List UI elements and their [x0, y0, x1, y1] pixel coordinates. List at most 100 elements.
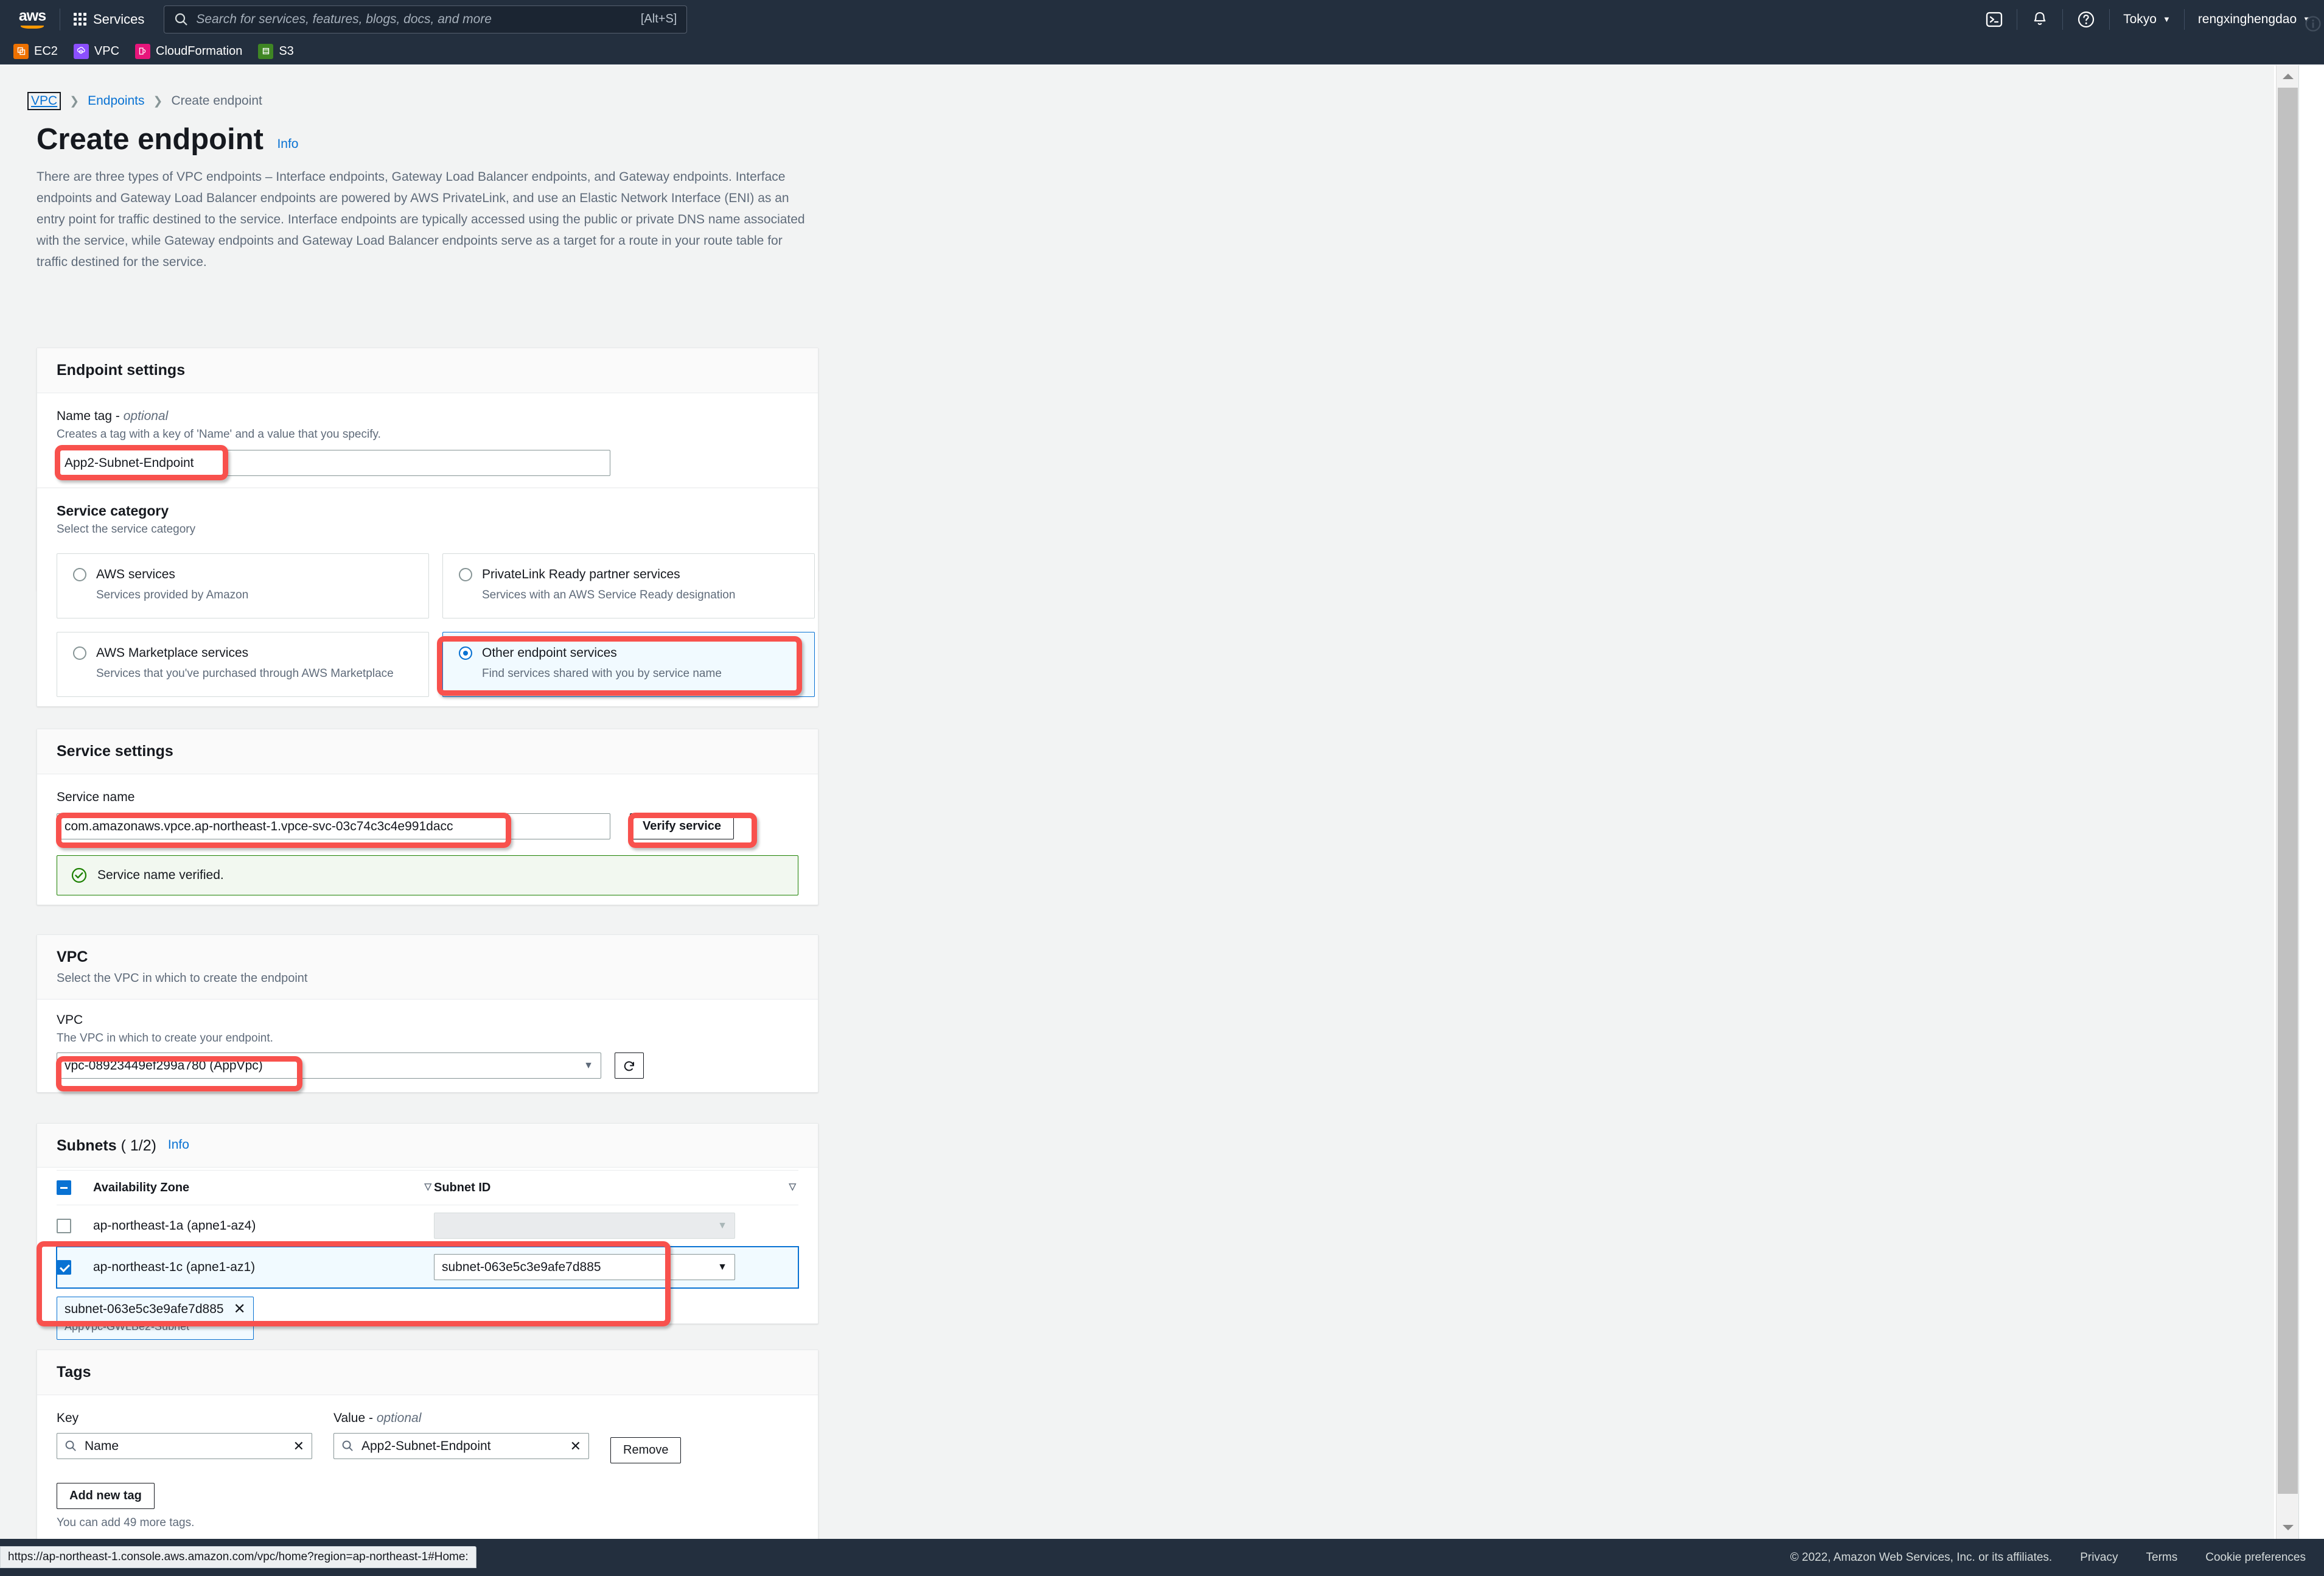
account-menu[interactable]: rengxinghengdao ▼ [2185, 0, 2324, 38]
tag-value-label-text: Value - [333, 1411, 377, 1425]
favorite-ec2[interactable]: EC2 [13, 43, 58, 59]
column-subnet-id: Subnet ID ▽ [434, 1170, 798, 1205]
aws-console-page: aws Services [Alt+S] [0, 0, 2324, 1576]
vertical-scrollbar[interactable] [2276, 65, 2298, 1539]
page-header: Create endpoint Info There are three typ… [37, 122, 828, 273]
vpc-section-title: VPC [57, 948, 88, 965]
main-content-area: VPC ❯ Endpoints ❯ Create endpoint Create… [0, 65, 2274, 1539]
tag-value-input[interactable]: App2-Subnet-Endpoint ✕ [333, 1433, 589, 1459]
page-title: Create endpoint [37, 123, 263, 156]
tile-title: AWS Marketplace services [96, 646, 249, 660]
favorite-label: VPC [94, 44, 120, 58]
cloudshell-icon[interactable] [1972, 0, 2017, 38]
page-description: There are three types of VPC endpoints –… [37, 170, 805, 269]
grid-icon [74, 13, 86, 26]
radio-icon[interactable] [73, 646, 86, 660]
column-label: Availability Zone [93, 1180, 190, 1194]
sort-icon[interactable]: ▽ [789, 1181, 796, 1192]
search-icon [65, 1440, 76, 1451]
service-name-input[interactable] [57, 813, 610, 839]
terms-link[interactable]: Terms [2146, 1551, 2178, 1564]
selected-chip-cell: subnet-063e5c3e9afe7d885 ✕ AppVpc-GWLBe2… [57, 1288, 798, 1348]
breadcrumb-item-endpoints[interactable]: Endpoints [88, 94, 144, 108]
row-checkbox-cell [57, 1246, 93, 1288]
select-all-checkbox[interactable] [57, 1180, 71, 1195]
verify-service-button[interactable]: Verify service [630, 813, 734, 839]
radio-tile-privatelink-partner[interactable]: PrivateLink Ready partner services Servi… [442, 553, 815, 618]
clear-icon[interactable]: ✕ [293, 1438, 304, 1454]
radio-icon-selected[interactable] [459, 646, 472, 660]
row-subnet-select-cell: subnet-063e5c3e9afe7d885 ▼ [434, 1246, 798, 1288]
aws-smile-icon [21, 23, 44, 29]
tag-key-input[interactable]: Name ✕ [57, 1433, 312, 1459]
privacy-link[interactable]: Privacy [2080, 1551, 2118, 1564]
remove-tag-button[interactable]: Remove [610, 1437, 682, 1463]
alert-text: Service name verified. [97, 868, 224, 882]
row-checkbox-checked[interactable] [57, 1259, 71, 1275]
service-category-description: Select the service category [57, 523, 196, 536]
tags-body: Key Name ✕ Value - optional App2-Subnet-… [37, 1395, 818, 1539]
right-side-panel [2298, 65, 2324, 1539]
sort-icon[interactable]: ▽ [424, 1181, 431, 1192]
radio-icon[interactable] [459, 568, 472, 581]
refresh-icon [624, 1060, 634, 1071]
row-az: ap-northeast-1a (apne1-az4) [93, 1205, 434, 1247]
services-menu-button[interactable]: Services [69, 8, 149, 31]
radio-tile-other-endpoint-services[interactable]: Other endpoint services Find services sh… [442, 632, 815, 697]
close-icon[interactable]: ✕ [234, 1302, 246, 1317]
subnets-info-link[interactable]: Info [168, 1138, 189, 1152]
radio-icon[interactable] [73, 568, 86, 581]
tags-header: Tags [37, 1350, 818, 1395]
subnet-select[interactable]: subnet-063e5c3e9afe7d885 ▼ [434, 1254, 735, 1280]
favorites-bar: EC2 VPC CloudFormation S3 [0, 38, 2324, 65]
service-category-options: AWS services Services provided by Amazon… [57, 553, 815, 697]
radio-tile-aws-services[interactable]: AWS services Services provided by Amazon [57, 553, 429, 618]
subnets-header: Subnets ( 1/2) Info [37, 1124, 818, 1168]
column-availability-zone: Availability Zone ▽ [93, 1170, 434, 1205]
add-new-tag-button[interactable]: Add new tag [57, 1483, 155, 1509]
scroll-up-arrow[interactable] [2277, 65, 2299, 88]
global-search-box[interactable]: [Alt+S] [164, 5, 688, 33]
name-tag-input[interactable] [57, 450, 610, 476]
vpc-select[interactable]: vpc-08923449ef299a780 (AppVpc) ▼ [57, 1052, 601, 1079]
help-panel-info-icon[interactable] [2305, 15, 2322, 35]
vpc-icon [73, 43, 89, 59]
favorite-vpc[interactable]: VPC [73, 43, 120, 59]
scroll-down-arrow[interactable] [2277, 1516, 2299, 1539]
aws-logo[interactable]: aws [13, 7, 51, 32]
tag-key-label: Key [57, 1411, 79, 1425]
help-icon[interactable] [2063, 0, 2109, 38]
tag-limit-text: You can add 49 more tags. [57, 1516, 195, 1529]
row-checkbox[interactable] [57, 1218, 71, 1233]
breadcrumb-item-vpc[interactable]: VPC [27, 92, 61, 110]
chevron-down-icon: ▼ [717, 1220, 727, 1231]
endpoint-settings-header: Endpoint settings [37, 348, 818, 393]
bell-icon[interactable] [2017, 0, 2062, 38]
search-input[interactable] [196, 12, 641, 27]
region-selector[interactable]: Tokyo ▼ [2110, 0, 2184, 38]
favorite-s3[interactable]: S3 [258, 43, 294, 59]
selected-subnet-chip: subnet-063e5c3e9afe7d885 ✕ AppVpc-GWLBe2… [57, 1297, 254, 1340]
scrollbar-thumb[interactable] [2278, 88, 2298, 1494]
vpc-refresh-button[interactable] [615, 1052, 644, 1079]
chip-subnet-name: AppVpc-GWLBe2-Subnet [65, 1320, 190, 1333]
table-row[interactable]: ap-northeast-1c (apne1-az1) subnet-063e5… [56, 1245, 799, 1289]
chip-subnet-id: subnet-063e5c3e9afe7d885 [65, 1302, 224, 1316]
tags-card: Tags Key Name ✕ Value - optional App2-Su… [37, 1350, 818, 1539]
clear-icon[interactable]: ✕ [570, 1438, 581, 1454]
aws-wordmark: aws [18, 7, 46, 24]
page-info-link[interactable]: Info [277, 137, 298, 151]
cookie-preferences-link[interactable]: Cookie preferences [2205, 1551, 2306, 1564]
tag-key-group: Key Name ✕ [57, 1411, 312, 1463]
favorite-label: CloudFormation [156, 44, 243, 58]
favorite-cloudformation[interactable]: CloudFormation [135, 43, 243, 59]
tag-key-value: Name [85, 1438, 119, 1453]
table-row[interactable]: ap-northeast-1a (apne1-az4) ▼ [57, 1205, 798, 1247]
browser-status-bar: https://ap-northeast-1.console.aws.amazo… [0, 1546, 476, 1568]
radio-tile-marketplace[interactable]: AWS Marketplace services Services that y… [57, 632, 429, 697]
vpc-field-description: The VPC in which to create your endpoint… [57, 1032, 273, 1045]
cloudformation-icon [135, 43, 151, 59]
subnet-select-disabled: ▼ [434, 1213, 735, 1239]
row-checkbox-cell [57, 1205, 93, 1247]
name-tag-label: Name tag - optional [57, 409, 798, 424]
